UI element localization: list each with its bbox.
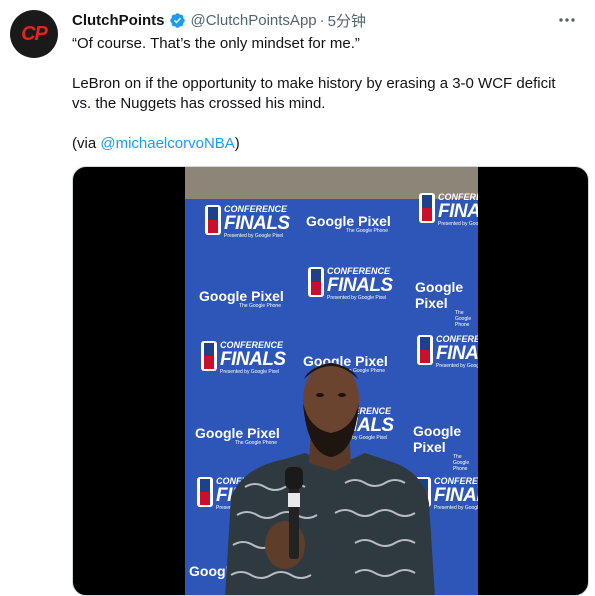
handle[interactable]: @ClutchPointsApp [191,12,317,29]
via-mention-link[interactable]: @michaelcorvoNBA [100,135,234,152]
display-name[interactable]: ClutchPoints [72,12,165,29]
video-frame[interactable]: CONFERENCE FINALS Presented by Google Pi… [185,167,478,595]
avatar[interactable]: CP [10,10,58,58]
clutchpoints-logo: CP [21,22,48,45]
tweet-quote: “Of course. That’s the only mindset for … [72,35,360,52]
tweet-body-line-2: vs. the Nuggets has crossed his mind. [72,95,326,112]
tweet-via: (via @michaelcorvoNBA) [72,134,587,154]
timestamp[interactable]: 5分钟 [328,10,366,31]
more-options-icon [559,18,575,22]
video-player[interactable]: CONFERENCE FINALS Presented by Google Pi… [72,166,589,596]
verified-badge-icon [169,12,185,28]
via-prefix: (via [72,135,101,152]
tweet-header: ClutchPoints @ClutchPointsApp · 5分钟 [72,9,585,31]
speaker-figure [225,363,435,595]
via-suffix: ) [234,135,240,152]
tweet-text: “Of course. That’s the only mindset for … [72,34,587,154]
tweet-body-line-1: LeBron on if the opportunity to make his… [72,75,556,92]
separator-dot: · [319,11,325,29]
more-options-button[interactable] [557,11,577,29]
